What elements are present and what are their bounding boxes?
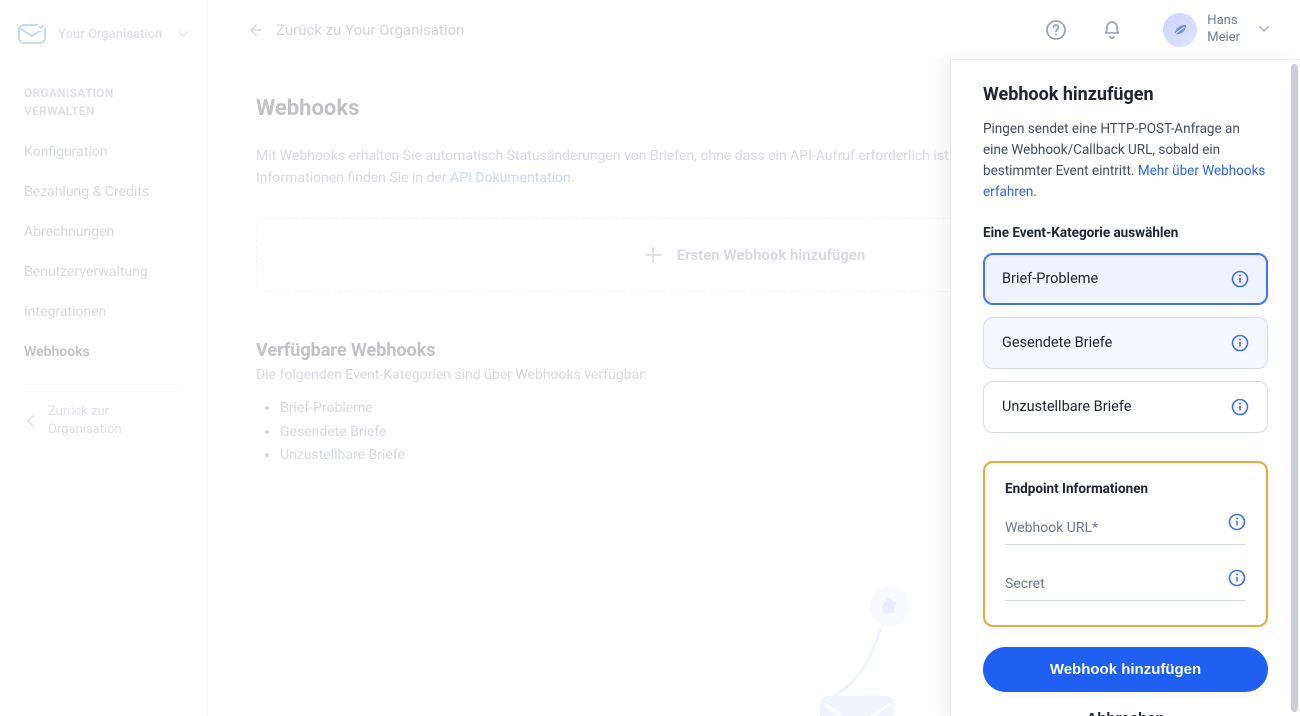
sidebar-item-bezahlung[interactable]: Bezahlung & Credits xyxy=(0,172,207,212)
option-label: Unzustellbare Briefe xyxy=(1002,398,1131,415)
chevron-down-icon xyxy=(1258,20,1270,39)
org-name: Your Organisation xyxy=(58,27,162,42)
sidebar-item-integrationen[interactable]: Integrationen xyxy=(0,292,207,332)
arrow-left-icon xyxy=(24,414,38,428)
cancel-button[interactable]: Abbrechen xyxy=(983,696,1268,716)
webhook-url-field[interactable]: Webhook URL* xyxy=(1005,515,1246,545)
option-label: Gesendete Briefe xyxy=(1002,334,1112,351)
category-group-label: Eine Event-Kategorie auswählen xyxy=(983,225,1268,241)
drawer-title: Webhook hinzufügen xyxy=(983,84,1268,105)
help-button[interactable] xyxy=(1039,13,1073,47)
breadcrumb-back[interactable]: Zurück zu Your Organisation xyxy=(248,21,464,39)
chevron-down-icon xyxy=(177,25,189,44)
org-logo-icon xyxy=(18,22,46,46)
info-icon[interactable] xyxy=(1228,569,1246,587)
endpoint-info-box: Endpoint Informationen Webhook URL* Secr… xyxy=(983,461,1268,627)
sidebar-item-webhooks[interactable]: Webhooks xyxy=(0,332,207,372)
sidebar-back-label: Zurück zur Organisation xyxy=(48,403,183,439)
drawer-scrollbar[interactable] xyxy=(1291,64,1298,712)
info-icon[interactable] xyxy=(1228,513,1246,531)
plus-icon xyxy=(643,245,663,265)
help-icon xyxy=(1045,19,1067,41)
option-label: Brief-Probleme xyxy=(1002,270,1098,287)
add-first-webhook-label: Ersten Webhook hinzufügen xyxy=(677,246,866,264)
notifications-button[interactable] xyxy=(1095,13,1129,47)
org-switcher[interactable]: Your Organisation xyxy=(0,8,207,64)
webhook-url-label: Webhook URL* xyxy=(1005,520,1098,536)
add-webhook-drawer: Webhook hinzufügen Pingen sendet eine HT… xyxy=(950,60,1300,716)
page-intro: Mit Webhooks erhalten Sie automatisch St… xyxy=(256,145,1016,190)
sidebar-divider xyxy=(24,384,183,385)
bell-icon xyxy=(1101,19,1123,41)
topbar: Zurück zu Your Organisation Hans Meier xyxy=(208,0,1300,60)
sidebar-item-abrechnungen[interactable]: Abrechnungen xyxy=(0,212,207,252)
endpoint-box-title: Endpoint Informationen xyxy=(1005,481,1246,497)
info-icon[interactable] xyxy=(1231,398,1249,416)
sidebar-section-label: ORGANISATION VERWALTEN xyxy=(0,64,207,126)
info-icon[interactable] xyxy=(1231,334,1249,352)
sidebar-back-org[interactable]: Zurück zur Organisation xyxy=(0,395,207,447)
sidebar: Your Organisation ORGANISATION VERWALTEN… xyxy=(0,0,208,716)
submit-webhook-button[interactable]: Webhook hinzufügen xyxy=(983,647,1268,692)
avatar xyxy=(1163,13,1197,47)
secret-label: Secret xyxy=(1005,576,1045,592)
option-unzustellbare-briefe[interactable]: Unzustellbare Briefe xyxy=(983,381,1268,433)
option-brief-probleme[interactable]: Brief-Probleme xyxy=(983,253,1268,305)
user-name: Hans Meier xyxy=(1207,13,1240,46)
arrow-left-icon xyxy=(248,22,264,38)
sidebar-item-benutzer[interactable]: Benutzerverwaltung xyxy=(0,252,207,292)
info-icon[interactable] xyxy=(1231,270,1249,288)
option-gesendete-briefe[interactable]: Gesendete Briefe xyxy=(983,317,1268,369)
user-menu[interactable]: Hans Meier xyxy=(1151,13,1270,47)
sidebar-nav: Konfiguration Bezahlung & Credits Abrech… xyxy=(0,126,207,378)
api-docs-link[interactable]: API Dokumentation xyxy=(450,170,571,186)
leaf-icon xyxy=(1171,21,1189,39)
drawer-description: Pingen sendet eine HTTP-POST-Anfrage an … xyxy=(983,119,1268,203)
sidebar-item-konfiguration[interactable]: Konfiguration xyxy=(0,132,207,172)
breadcrumb-back-label: Zurück zu Your Organisation xyxy=(276,21,464,39)
secret-field[interactable]: Secret xyxy=(1005,571,1246,601)
